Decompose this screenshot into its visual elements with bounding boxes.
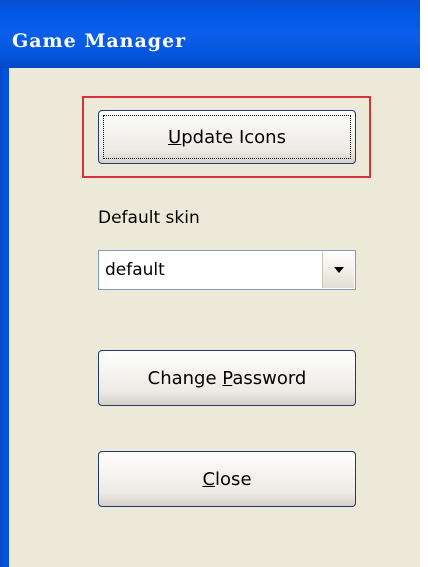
window-left-border: [0, 68, 9, 567]
change-password-button[interactable]: Change Password: [98, 350, 356, 406]
close-label: Close: [202, 468, 252, 490]
window-title: Game Manager: [12, 30, 187, 52]
update-icons-label: Update Icons: [168, 126, 286, 148]
chevron-down-icon: [333, 267, 344, 273]
skin-select[interactable]: default: [98, 250, 356, 290]
title-bar[interactable]: Game Manager: [0, 0, 420, 68]
close-button[interactable]: Close: [98, 451, 356, 507]
background-strip: [420, 0, 428, 567]
game-manager-window: Game Manager Update Icons Default skin d…: [0, 0, 428, 567]
change-password-label: Change Password: [147, 367, 307, 389]
skin-select-value: default: [105, 260, 165, 280]
default-skin-label: Default skin: [98, 208, 200, 228]
update-icons-button[interactable]: Update Icons: [98, 110, 356, 164]
skin-dropdown-button[interactable]: [322, 252, 354, 288]
